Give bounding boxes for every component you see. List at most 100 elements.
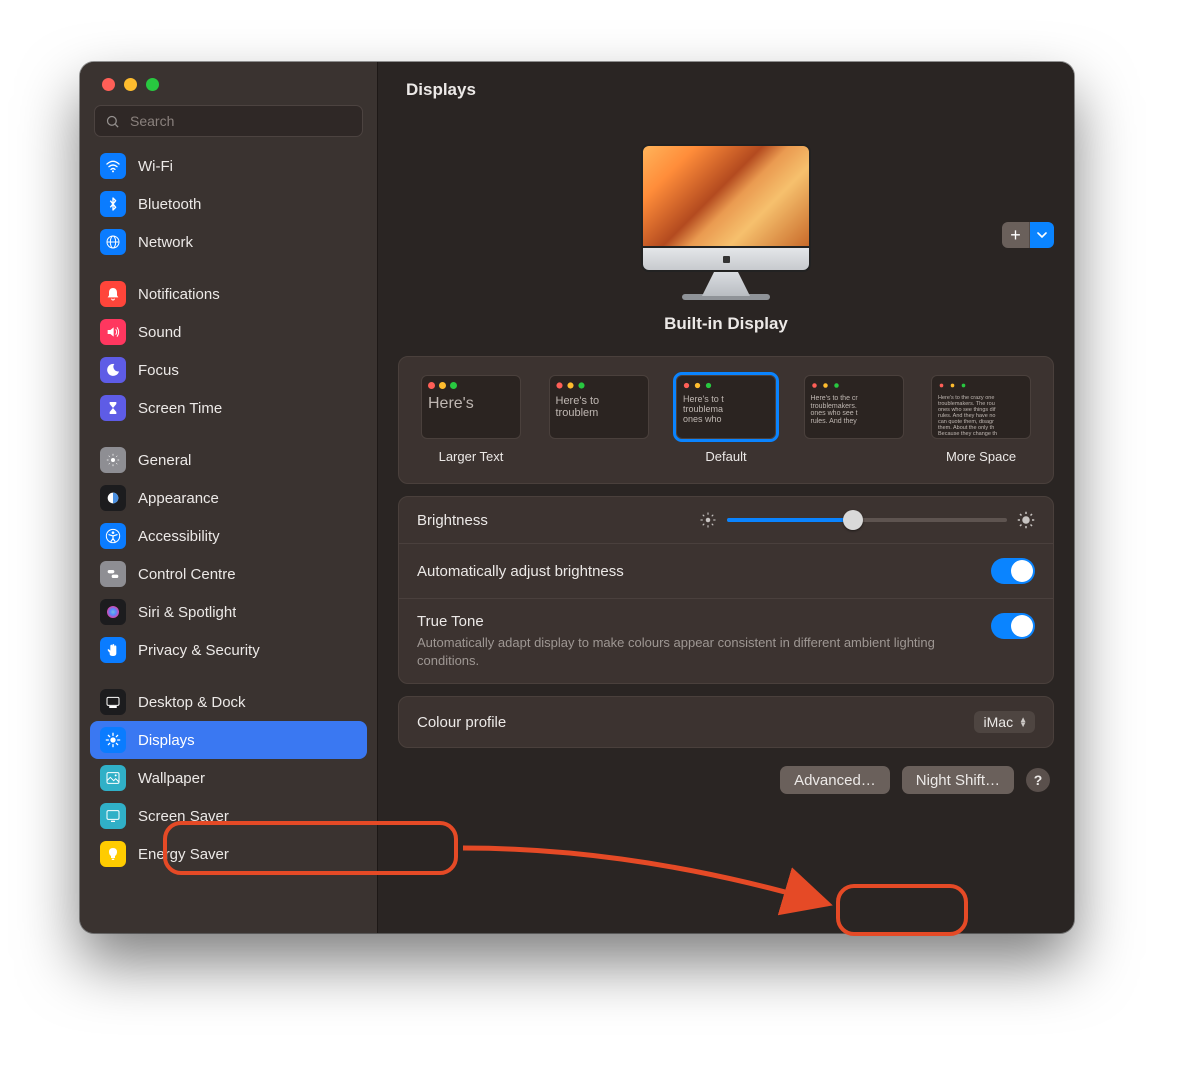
wallpaper-icon (100, 765, 126, 791)
search-field[interactable] (94, 105, 363, 137)
system-settings-window: Wi-Fi Bluetooth Network Notifications Sound F… (80, 62, 1074, 933)
sidebar-item-notifications[interactable]: Notifications (90, 275, 367, 313)
resolution-option-4[interactable]: Here's to the crazy onetroublemakers. Th… (927, 375, 1035, 465)
gear-icon (100, 447, 126, 473)
hourglass-icon (100, 395, 126, 421)
sun-small-icon (699, 511, 717, 529)
sidebar-item-bluetooth[interactable]: Bluetooth (90, 185, 367, 223)
sidebar-item-general[interactable]: General (90, 441, 367, 479)
sidebar-item-label: Focus (138, 362, 179, 379)
sidebar-item-label: Control Centre (138, 566, 236, 583)
window-controls (80, 62, 377, 91)
accessibility-icon (100, 523, 126, 549)
close-icon[interactable] (102, 78, 115, 91)
add-display-control[interactable]: + (1002, 222, 1054, 248)
sidebar-item-label: Sound (138, 324, 181, 341)
display-image (641, 144, 811, 300)
sidebar-item-focus[interactable]: Focus (90, 351, 367, 389)
sidebar-item-label: Network (138, 234, 193, 251)
sun-icon (100, 727, 126, 753)
brightness-slider[interactable] (699, 511, 1035, 529)
resolution-option-0[interactable]: Here'sLarger Text (417, 375, 525, 465)
dock-icon (100, 689, 126, 715)
plus-icon[interactable]: + (1002, 222, 1030, 248)
search-input[interactable] (128, 112, 352, 130)
sidebar-item-displays[interactable]: Displays (90, 721, 367, 759)
speaker-icon (100, 319, 126, 345)
sidebar-item-label: Appearance (138, 490, 219, 507)
sidebar-item-label: Bluetooth (138, 196, 201, 213)
bell-icon (100, 281, 126, 307)
switches-icon (100, 561, 126, 587)
true-tone-toggle[interactable] (991, 613, 1035, 639)
display-hero: Built-in Display + (398, 118, 1054, 356)
sidebar-item-privacy[interactable]: Privacy & Security (90, 631, 367, 669)
colour-profile-label: Colour profile (417, 714, 506, 731)
sidebar-item-label: Screen Time (138, 400, 222, 417)
search-icon (105, 114, 120, 129)
bluetooth-icon (100, 191, 126, 217)
moon-icon (100, 357, 126, 383)
titlebar: Displays (378, 62, 1074, 118)
wifi-icon (100, 153, 126, 179)
resolution-caption: Larger Text (439, 449, 504, 465)
true-tone-sub: Automatically adapt display to make colo… (417, 634, 937, 669)
sidebar-item-label: Privacy & Security (138, 642, 260, 659)
sidebar-item-accessibility[interactable]: Accessibility (90, 517, 367, 555)
night-shift-button[interactable]: Night Shift… (902, 766, 1014, 794)
true-tone-label: True Tone (417, 613, 937, 630)
auto-brightness-label: Automatically adjust brightness (417, 563, 624, 580)
brightness-label: Brightness (417, 512, 488, 529)
sidebar-item-screentime[interactable]: Screen Time (90, 389, 367, 427)
sidebar-nav: Wi-Fi Bluetooth Network Notifications Sound F… (80, 147, 377, 933)
page-title: Displays (406, 80, 476, 100)
resolution-panel: Here'sLarger TextHere's totroublemHere's… (398, 356, 1054, 484)
minimize-icon[interactable] (124, 78, 137, 91)
brightness-panel: Brightness Automatically adjust brightne… (398, 496, 1054, 684)
screensaver-icon (100, 803, 126, 829)
sun-large-icon (1017, 511, 1035, 529)
sidebar-item-energysaver[interactable]: Energy Saver (90, 835, 367, 873)
sidebar-item-label: Siri & Spotlight (138, 604, 236, 621)
sidebar-item-desktopdock[interactable]: Desktop & Dock (90, 683, 367, 721)
sidebar-item-sound[interactable]: Sound (90, 313, 367, 351)
zoom-icon[interactable] (146, 78, 159, 91)
colour-profile-panel: Colour profile iMac ▲▼ (398, 696, 1054, 748)
sidebar-item-label: Screen Saver (138, 808, 229, 825)
sidebar: Wi-Fi Bluetooth Network Notifications Sound F… (80, 62, 378, 933)
sidebar-item-network[interactable]: Network (90, 223, 367, 261)
sidebar-item-label: Displays (138, 732, 195, 749)
resolution-option-2[interactable]: Here's to ttroublemaones whoDefault (672, 375, 780, 465)
globe-icon (100, 229, 126, 255)
sidebar-item-label: Wi-Fi (138, 158, 173, 175)
sidebar-item-controlcentre[interactable]: Control Centre (90, 555, 367, 593)
sidebar-item-label: Energy Saver (138, 846, 229, 863)
chevron-down-icon[interactable] (1030, 222, 1054, 248)
sidebar-item-label: Accessibility (138, 528, 220, 545)
resolution-option-3[interactable]: Here's to the crtroublemakers.ones who s… (800, 375, 908, 465)
auto-brightness-toggle[interactable] (991, 558, 1035, 584)
sidebar-item-label: Notifications (138, 286, 220, 303)
content-pane: Displays Built-in Display + (378, 62, 1074, 933)
appearance-icon (100, 485, 126, 511)
resolution-caption: Default (705, 449, 746, 465)
bulb-icon (100, 841, 126, 867)
footer-buttons: Advanced… Night Shift… ? (398, 766, 1054, 794)
siri-icon (100, 599, 126, 625)
help-button[interactable]: ? (1026, 768, 1050, 792)
updown-icon: ▲▼ (1019, 717, 1027, 727)
display-name-label: Built-in Display (664, 314, 788, 334)
sidebar-item-wifi[interactable]: Wi-Fi (90, 147, 367, 185)
hand-icon (100, 637, 126, 663)
resolution-option-1[interactable]: Here's totroublem (545, 375, 653, 465)
advanced-button[interactable]: Advanced… (780, 766, 890, 794)
sidebar-item-appearance[interactable]: Appearance (90, 479, 367, 517)
resolution-caption: More Space (946, 449, 1016, 465)
sidebar-item-label: Wallpaper (138, 770, 205, 787)
sidebar-item-screensaver[interactable]: Screen Saver (90, 797, 367, 835)
sidebar-item-label: General (138, 452, 191, 469)
sidebar-item-wallpaper[interactable]: Wallpaper (90, 759, 367, 797)
colour-profile-select[interactable]: iMac ▲▼ (974, 711, 1035, 733)
sidebar-item-label: Desktop & Dock (138, 694, 246, 711)
sidebar-item-siri[interactable]: Siri & Spotlight (90, 593, 367, 631)
